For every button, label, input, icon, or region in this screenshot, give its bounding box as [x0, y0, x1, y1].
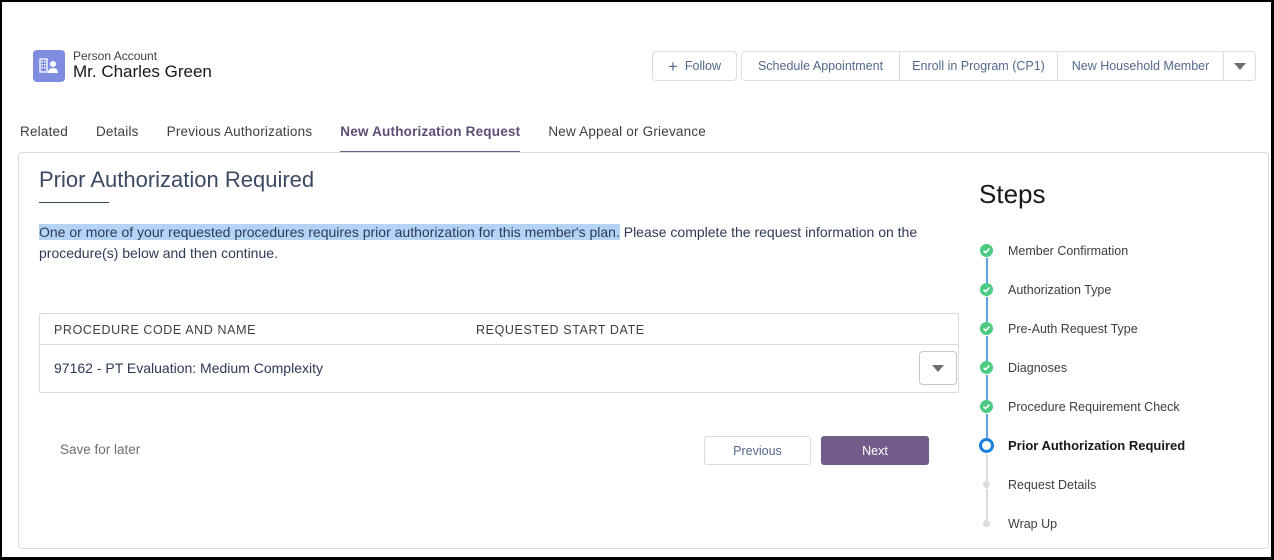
tab-new-appeal-or-grievance[interactable]: New Appeal or Grievance [548, 124, 706, 153]
check-circle-icon [980, 283, 993, 296]
check-circle-icon [980, 400, 993, 413]
check-circle-icon [980, 322, 993, 335]
record-name: Mr. Charles Green [73, 62, 212, 81]
record-tabs: Related Details Previous Authorizations … [20, 124, 734, 153]
title-underline [39, 202, 109, 203]
object-type-label: Person Account [73, 49, 158, 63]
row-actions-dropdown[interactable] [919, 351, 957, 385]
step-connector [986, 454, 988, 465]
step-connector [986, 465, 988, 481]
steps-title: Steps [979, 179, 1046, 209]
step-label: Pre-Auth Request Type [1008, 321, 1138, 336]
step-connector [986, 489, 988, 504]
step-connector [986, 414, 988, 426]
step-connector [986, 504, 988, 520]
column-header-start-date: REQUESTED START DATE [476, 323, 645, 337]
step-connector [986, 297, 988, 309]
step-label: Request Details [1008, 477, 1097, 492]
step-label: Authorization Type [1008, 282, 1112, 297]
flow-card: Prior Authorization Required One or more… [18, 152, 1269, 549]
pending-dot-icon [983, 520, 990, 527]
step-connector [986, 270, 988, 283]
step-connector [986, 348, 988, 361]
step-connector [986, 387, 988, 400]
new-household-member-button[interactable]: New Household Member [1058, 52, 1224, 80]
tab-related[interactable]: Related [20, 124, 68, 153]
tab-details[interactable]: Details [96, 124, 139, 153]
plus-icon: + [667, 56, 678, 76]
step-connector [986, 375, 988, 387]
chevron-down-icon [932, 364, 944, 372]
instruction-highlighted: One or more of your requested procedures… [39, 224, 620, 240]
action-button-group: Schedule Appointment Enroll in Program (… [741, 51, 1256, 81]
step-label: Prior Authorization Required [1008, 438, 1186, 453]
check-circle-icon [980, 244, 993, 257]
current-step-icon [979, 438, 994, 453]
table-header: PROCEDURE CODE AND NAME REQUESTED START … [40, 314, 958, 345]
procedures-table: PROCEDURE CODE AND NAME REQUESTED START … [39, 313, 959, 393]
previous-button[interactable]: Previous [704, 436, 811, 465]
more-actions-button[interactable] [1224, 52, 1255, 80]
step-connector [986, 336, 988, 348]
page-title: Prior Authorization Required [39, 167, 315, 192]
column-header-procedure: PROCEDURE CODE AND NAME [54, 323, 257, 337]
schedule-appointment-button[interactable]: Schedule Appointment [742, 52, 900, 80]
follow-label: Follow [684, 59, 722, 73]
tab-previous-authorizations[interactable]: Previous Authorizations [167, 124, 313, 153]
app-frame: Person Account Mr. Charles Green + Follo… [2, 2, 1271, 557]
chevron-down-icon [1233, 62, 1246, 70]
procedure-cell: 97162 - PT Evaluation: Medium Complexity [54, 360, 323, 376]
step-connector [986, 258, 988, 270]
step-connector [986, 426, 988, 438]
person-account-icon [33, 50, 65, 82]
pending-dot-icon [983, 481, 990, 488]
instruction-message: One or more of your requested procedures… [39, 222, 959, 264]
step-label: Procedure Requirement Check [1008, 399, 1180, 414]
step-label: Diagnoses [1008, 360, 1068, 375]
next-button[interactable]: Next [821, 436, 929, 465]
step-label: Wrap Up [1008, 516, 1058, 531]
follow-button[interactable]: + Follow [652, 51, 737, 81]
step-label: Member Confirmation [1008, 243, 1129, 258]
tab-new-authorization-request[interactable]: New Authorization Request [340, 124, 521, 153]
step-connector [986, 309, 988, 322]
save-for-later-link[interactable]: Save for later [60, 442, 140, 457]
enroll-in-program-button[interactable]: Enroll in Program (CP1) [900, 52, 1058, 80]
table-row: 97162 - PT Evaluation: Medium Complexity [40, 345, 958, 392]
check-circle-icon [980, 361, 993, 374]
